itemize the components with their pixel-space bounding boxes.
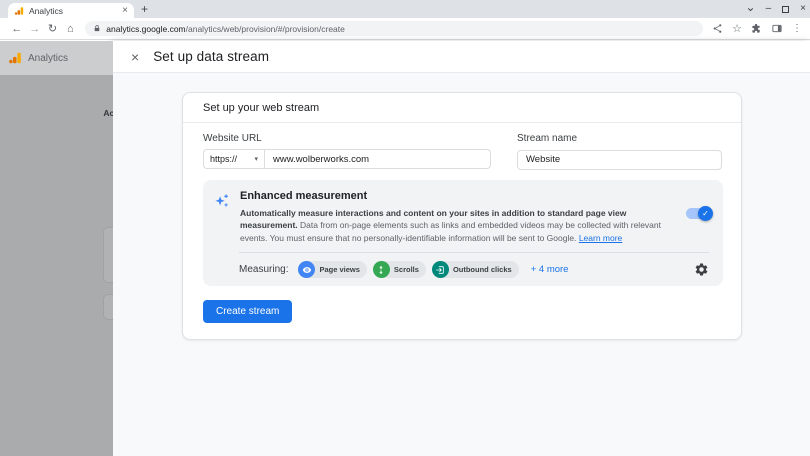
ga-logo-icon [8, 51, 22, 65]
stream-form-row: Website URL https:// ▾ Stream name [183, 123, 741, 170]
toggle-check-icon: ✓ [698, 206, 713, 221]
browser-window: Analytics × + – × ← → ↻ ⌂ analytics.goog… [0, 0, 810, 456]
tab-close-icon[interactable]: × [122, 6, 128, 16]
stream-name-field-group: Stream name [517, 133, 722, 170]
browser-menu-icon[interactable]: ⋮ [792, 23, 802, 34]
enhanced-measurement-title: Enhanced measurement [240, 190, 667, 202]
page-title: Set up data stream [153, 49, 269, 64]
analytics-brand-label: Analytics [28, 53, 68, 64]
tab-strip: Analytics × + – × [0, 0, 810, 18]
website-url-field-group: Website URL https:// ▾ [203, 133, 491, 170]
lock-icon[interactable] [93, 24, 101, 33]
protocol-value: https:// [210, 154, 237, 164]
url-domain: analytics.google.com [106, 24, 185, 34]
gear-icon [694, 262, 709, 277]
window-close-button[interactable]: × [800, 4, 806, 14]
extensions-puzzle-icon[interactable] [751, 23, 762, 34]
background-card-edge [103, 294, 113, 320]
website-url-input[interactable] [265, 149, 491, 169]
window-controls: – × [746, 0, 806, 18]
protocol-select[interactable]: https:// ▾ [203, 149, 265, 169]
create-stream-button[interactable]: Create stream [203, 300, 292, 323]
minimize-button[interactable]: – [766, 4, 772, 14]
chip-label: Scrolls [394, 265, 419, 274]
new-tab-button[interactable]: + [141, 2, 148, 16]
bookmark-star-icon[interactable]: ☆ [732, 22, 742, 35]
chevron-down-icon[interactable] [746, 5, 755, 14]
browser-tab-analytics[interactable]: Analytics × [8, 3, 134, 18]
panel-body: Set up your web stream Website URL https… [113, 73, 810, 456]
reload-icon[interactable]: ↻ [44, 22, 62, 35]
modal-scrim[interactable]: Acc [0, 75, 113, 456]
address-bar-row: ← → ↻ ⌂ analytics.google.com/analytics/w… [0, 18, 810, 40]
tab-title: Analytics [29, 6, 117, 16]
measuring-label: Measuring: [239, 264, 288, 275]
back-icon[interactable]: ← [8, 23, 26, 35]
chip-page-views: Page views [298, 261, 366, 278]
sparkle-icon [213, 190, 240, 245]
chip-label: Outbound clicks [453, 265, 512, 274]
side-panel-icon[interactable] [771, 23, 783, 34]
url-path: /analytics/web/provision/#/provision/cre… [186, 24, 345, 34]
stream-name-input[interactable] [517, 150, 722, 170]
panel-header: × Set up data stream [113, 41, 810, 73]
card-header: Set up your web stream [183, 93, 741, 123]
enhanced-measurement-section: Enhanced measurement Automatically measu… [203, 180, 723, 287]
address-bar[interactable]: analytics.google.com/analytics/web/provi… [85, 21, 703, 36]
enhanced-settings-button[interactable] [694, 262, 709, 277]
close-icon[interactable]: × [131, 50, 139, 64]
setup-data-stream-panel: × Set up data stream Set up your web str… [113, 41, 810, 456]
chip-scrolls: Scrolls [373, 261, 426, 278]
home-icon[interactable]: ⌂ [61, 23, 79, 35]
forward-icon[interactable]: → [26, 23, 44, 35]
enhanced-measurement-description: Automatically measure interactions and c… [240, 207, 667, 245]
chip-outbound-clicks: Outbound clicks [432, 261, 519, 278]
share-icon[interactable] [712, 23, 723, 34]
url-text: analytics.google.com/analytics/web/provi… [106, 24, 345, 34]
restore-button[interactable] [782, 6, 789, 13]
learn-more-link[interactable]: Learn more [579, 233, 622, 243]
chevron-down-icon: ▾ [254, 155, 258, 163]
enhanced-measurement-toggle[interactable]: ✓ [686, 208, 711, 219]
outbound-click-icon [432, 261, 449, 278]
web-stream-card: Set up your web stream Website URL https… [182, 92, 742, 340]
ga-logo-icon [14, 6, 24, 16]
analytics-header: Analytics [0, 41, 113, 75]
eye-icon [298, 261, 315, 278]
dimmed-background-page: Analytics Acc [0, 41, 113, 456]
clipped-background-text: Acc [103, 108, 113, 118]
measuring-row: Measuring: Page views [203, 253, 723, 286]
stream-name-label: Stream name [517, 133, 722, 144]
background-card-edge [103, 227, 113, 283]
more-chips-link[interactable]: + 4 more [531, 264, 569, 275]
chip-label: Page views [319, 265, 359, 274]
website-url-label: Website URL [203, 133, 491, 144]
app-area: Analytics Acc × Set up data stream Set u… [0, 41, 810, 456]
scroll-icon [373, 261, 390, 278]
